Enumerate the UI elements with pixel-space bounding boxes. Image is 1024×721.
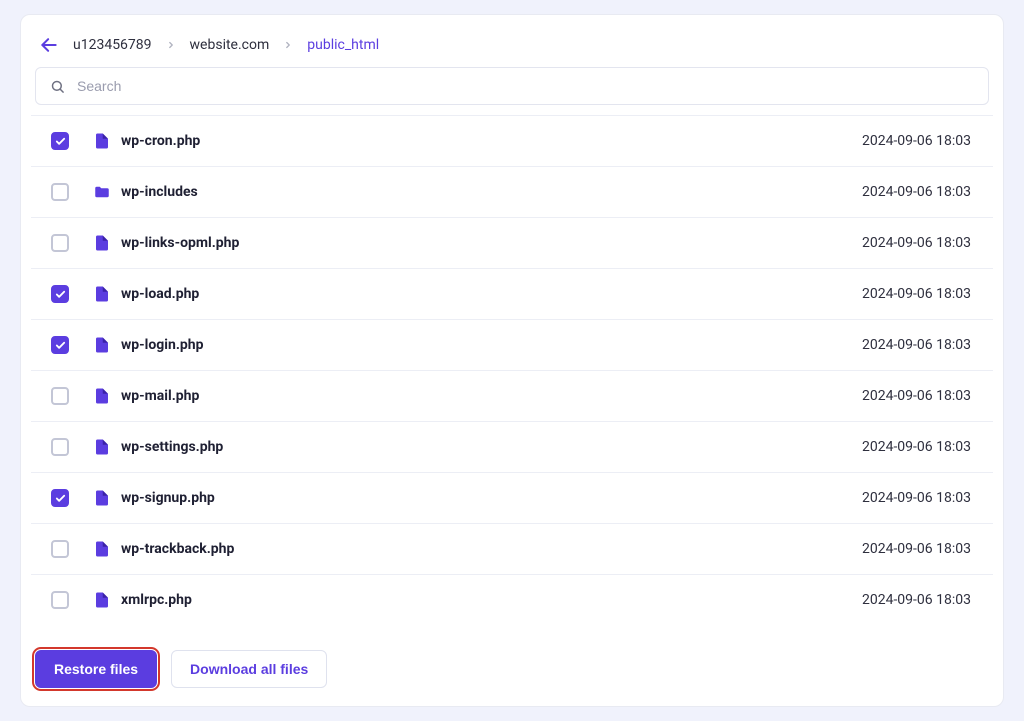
- file-icon: [93, 132, 111, 150]
- file-name: wp-cron.php: [121, 133, 862, 149]
- file-name: wp-load.php: [121, 286, 862, 302]
- file-list: wp-cron.php2024-09-06 18:03wp-includes20…: [31, 115, 993, 636]
- file-date: 2024-09-06 18:03: [862, 133, 971, 149]
- restore-files-button[interactable]: Restore files: [35, 650, 157, 688]
- file-checkbox[interactable]: [51, 132, 69, 150]
- file-checkbox[interactable]: [51, 489, 69, 507]
- file-icon: [93, 336, 111, 354]
- file-date: 2024-09-06 18:03: [862, 184, 971, 200]
- file-checkbox[interactable]: [51, 438, 69, 456]
- download-all-button[interactable]: Download all files: [171, 650, 327, 688]
- file-row[interactable]: wp-includes2024-09-06 18:03: [31, 166, 993, 217]
- file-checkbox[interactable]: [51, 285, 69, 303]
- file-manager-panel: u123456789 website.com public_html wp-cron…: [20, 14, 1004, 707]
- file-date: 2024-09-06 18:03: [862, 286, 971, 302]
- file-name: wp-trackback.php: [121, 541, 862, 557]
- file-row[interactable]: wp-cron.php2024-09-06 18:03: [31, 115, 993, 166]
- file-row[interactable]: wp-settings.php2024-09-06 18:03: [31, 421, 993, 472]
- file-icon: [93, 540, 111, 558]
- file-row[interactable]: wp-signup.php2024-09-06 18:03: [31, 472, 993, 523]
- folder-icon: [93, 183, 111, 201]
- file-icon: [93, 387, 111, 405]
- file-checkbox[interactable]: [51, 591, 69, 609]
- file-name: wp-mail.php: [121, 388, 862, 404]
- action-bar: Restore files Download all files: [31, 636, 993, 688]
- breadcrumb-item[interactable]: website.com: [190, 37, 270, 53]
- search-icon: [50, 79, 65, 94]
- file-date: 2024-09-06 18:03: [862, 388, 971, 404]
- file-date: 2024-09-06 18:03: [862, 490, 971, 506]
- search-box[interactable]: [35, 67, 989, 105]
- chevron-right-icon: [283, 40, 293, 50]
- file-checkbox[interactable]: [51, 540, 69, 558]
- file-date: 2024-09-06 18:03: [862, 337, 971, 353]
- breadcrumb-row: u123456789 website.com public_html: [31, 33, 993, 67]
- file-checkbox[interactable]: [51, 336, 69, 354]
- file-checkbox[interactable]: [51, 387, 69, 405]
- back-arrow-icon[interactable]: [39, 35, 59, 55]
- file-name: wp-settings.php: [121, 439, 862, 455]
- file-name: wp-signup.php: [121, 490, 862, 506]
- file-icon: [93, 285, 111, 303]
- file-date: 2024-09-06 18:03: [862, 592, 971, 608]
- breadcrumb: u123456789 website.com public_html: [73, 37, 379, 53]
- file-name: wp-login.php: [121, 337, 862, 353]
- file-row[interactable]: wp-mail.php2024-09-06 18:03: [31, 370, 993, 421]
- breadcrumb-item[interactable]: public_html: [307, 37, 379, 53]
- file-row[interactable]: xmlrpc.php2024-09-06 18:03: [31, 574, 993, 625]
- file-icon: [93, 438, 111, 456]
- file-name: wp-includes: [121, 184, 862, 200]
- file-row[interactable]: wp-load.php2024-09-06 18:03: [31, 268, 993, 319]
- file-row[interactable]: wp-links-opml.php2024-09-06 18:03: [31, 217, 993, 268]
- file-date: 2024-09-06 18:03: [862, 235, 971, 251]
- chevron-right-icon: [166, 40, 176, 50]
- file-checkbox[interactable]: [51, 183, 69, 201]
- file-row[interactable]: wp-trackback.php2024-09-06 18:03: [31, 523, 993, 574]
- file-name: wp-links-opml.php: [121, 235, 862, 251]
- file-icon: [93, 591, 111, 609]
- file-icon: [93, 234, 111, 252]
- file-date: 2024-09-06 18:03: [862, 439, 971, 455]
- file-checkbox[interactable]: [51, 234, 69, 252]
- breadcrumb-item[interactable]: u123456789: [73, 37, 152, 53]
- file-row[interactable]: wp-login.php2024-09-06 18:03: [31, 319, 993, 370]
- file-icon: [93, 489, 111, 507]
- search-input[interactable]: [77, 78, 974, 94]
- file-name: xmlrpc.php: [121, 592, 862, 608]
- file-date: 2024-09-06 18:03: [862, 541, 971, 557]
